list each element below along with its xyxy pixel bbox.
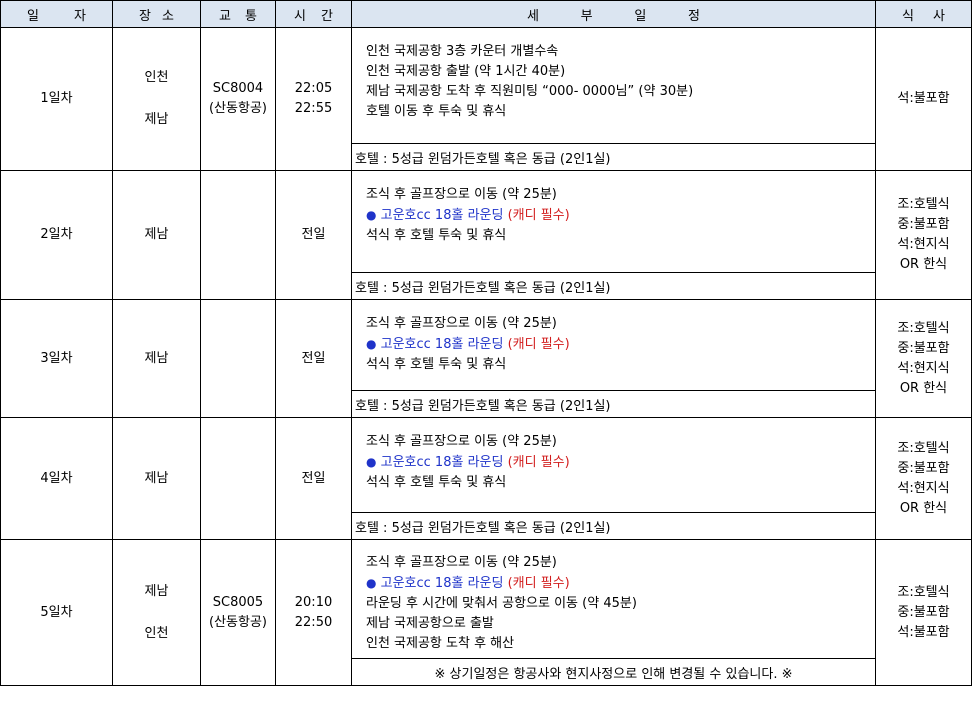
day-label: 3일차 xyxy=(0,299,113,418)
bullet-icon: ● xyxy=(366,208,377,222)
day-row: 5일차 제남 인천 SC8005 (산동항공) 20:10 22:50 조식 후 골프… xyxy=(0,539,972,686)
meal-cell: 조:호텔식 중:불포함 석:현지식 OR 한식 xyxy=(875,417,972,540)
flight-cell xyxy=(200,170,276,300)
meal-cell: 조:호텔식 중:불포함 석:현지식 OR 한식 xyxy=(875,170,972,300)
place-cell: 제남 인천 xyxy=(112,539,201,686)
time-cell: 22:05 22:55 xyxy=(275,27,352,171)
header-day: 일자 xyxy=(0,0,113,28)
schedule-cell: 인천 국제공항 3층 카운터 개별수속 인천 국제공항 출발 (약 1시간 40… xyxy=(351,27,876,144)
meal-cell: 석:불포함 xyxy=(875,27,972,171)
itinerary-table: 일자 장소 교통 시간 세부일정 식사 1일차 인천 제남 SC8004 (산동항공… xyxy=(0,0,972,686)
header-meal: 식사 xyxy=(875,0,972,28)
day-row: 2일차 제남 전일 조식 후 골프장으로 이동 (약 25분) ● 고운호cc … xyxy=(0,170,972,300)
flight-cell: SC8005 (산동항공) xyxy=(200,539,276,686)
hotel-info: 호텔 : 5성급 윈덤가든호텔 혹은 동급 (2인1실) xyxy=(351,143,876,171)
flight-cell xyxy=(200,417,276,540)
header-time: 시간 xyxy=(275,0,352,28)
bullet-icon: ● xyxy=(366,576,377,590)
schedule-cell: 조식 후 골프장으로 이동 (약 25분) ● 고운호cc 18홀 라운딩 (캐… xyxy=(351,170,876,273)
flight-cell xyxy=(200,299,276,418)
place-cell: 제남 xyxy=(112,299,201,418)
place-cell: 인천 제남 xyxy=(112,27,201,171)
meal-cell: 조:호텔식 중:불포함 석:현지식 OR 한식 xyxy=(875,299,972,418)
header-schedule: 세부일정 xyxy=(351,0,876,28)
hotel-info: 호텔 : 5성급 윈덤가든호텔 혹은 동급 (2인1실) xyxy=(351,390,876,418)
day-label: 1일차 xyxy=(0,27,113,171)
meal-cell: 조:호텔식 중:불포함 석:불포함 xyxy=(875,539,972,686)
day-label: 4일차 xyxy=(0,417,113,540)
hotel-info: 호텔 : 5성급 윈덤가든호텔 혹은 동급 (2인1실) xyxy=(351,512,876,540)
schedule-cell: 조식 후 골프장으로 이동 (약 25분) ● 고운호cc 18홀 라운딩 (캐… xyxy=(351,539,876,659)
day-label: 5일차 xyxy=(0,539,113,686)
bullet-icon: ● xyxy=(366,337,377,351)
hotel-info: 호텔 : 5성급 윈덤가든호텔 혹은 동급 (2인1실) xyxy=(351,272,876,300)
schedule-cell: 조식 후 골프장으로 이동 (약 25분) ● 고운호cc 18홀 라운딩 (캐… xyxy=(351,299,876,391)
notice-text: ※ 상기일정은 항공사와 현지사정으로 인해 변경될 수 있습니다. ※ xyxy=(351,658,876,686)
place-cell: 제남 xyxy=(112,170,201,300)
day-row: 3일차 제남 전일 조식 후 골프장으로 이동 (약 25분) ● 고운호cc … xyxy=(0,299,972,418)
flight-cell: SC8004 (산동항공) xyxy=(200,27,276,171)
day-row: 4일차 제남 전일 조식 후 골프장으로 이동 (약 25분) ● 고운호cc … xyxy=(0,417,972,540)
time-cell: 전일 xyxy=(275,417,352,540)
bullet-icon: ● xyxy=(366,455,377,469)
place-cell: 제남 xyxy=(112,417,201,540)
header-row: 일자 장소 교통 시간 세부일정 식사 xyxy=(0,0,972,28)
header-place: 장소 xyxy=(112,0,201,28)
header-transport: 교통 xyxy=(200,0,276,28)
time-cell: 20:10 22:50 xyxy=(275,539,352,686)
day-row: 1일차 인천 제남 SC8004 (산동항공) 22:05 22:55 인천 국제공항… xyxy=(0,27,972,171)
time-cell: 전일 xyxy=(275,299,352,418)
schedule-cell: 조식 후 골프장으로 이동 (약 25분) ● 고운호cc 18홀 라운딩 (캐… xyxy=(351,417,876,513)
day-label: 2일차 xyxy=(0,170,113,300)
time-cell: 전일 xyxy=(275,170,352,300)
